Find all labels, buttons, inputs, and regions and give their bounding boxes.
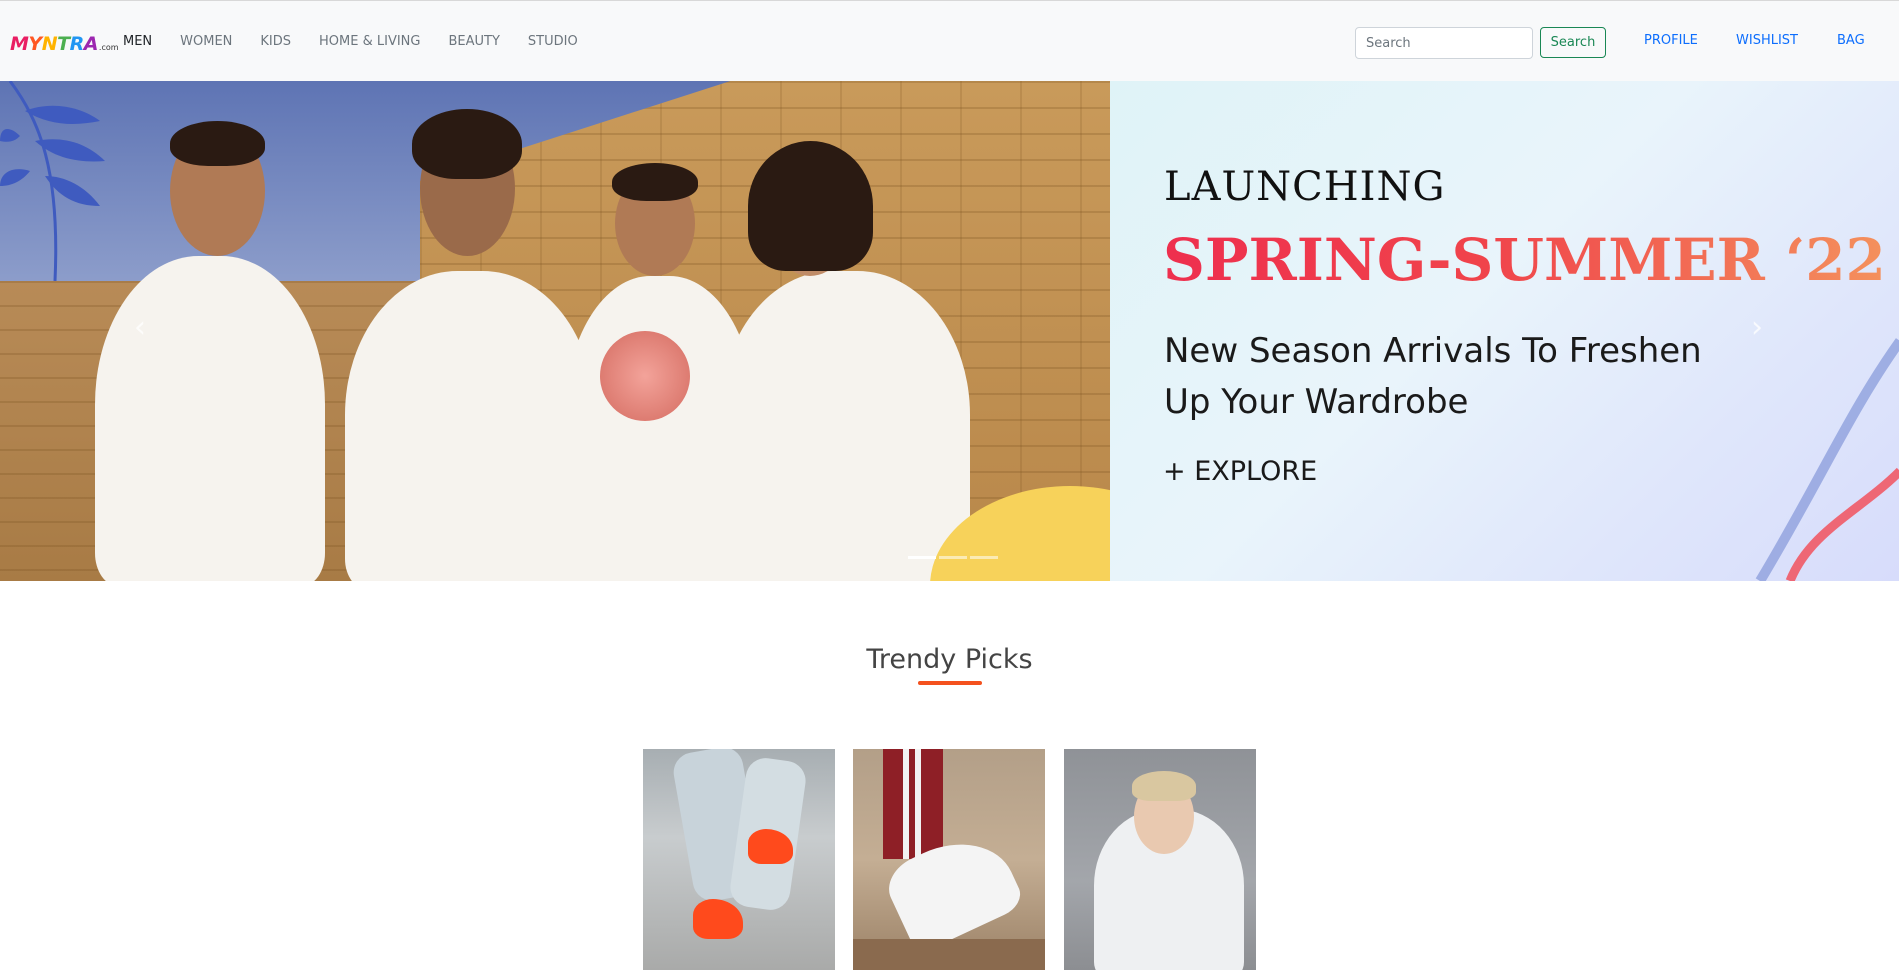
wishlist-link[interactable]: WISHLIST bbox=[1736, 33, 1798, 48]
model-figure bbox=[95, 256, 325, 581]
model-figure bbox=[345, 271, 595, 581]
bag-link[interactable]: BAG bbox=[1837, 33, 1865, 48]
pant-stripe bbox=[903, 749, 909, 859]
hero-subtitle: New Season Arrivals To Freshen Up Your W… bbox=[1164, 331, 1702, 422]
model-hair bbox=[612, 163, 698, 201]
model-figure bbox=[720, 271, 970, 581]
flower-print bbox=[600, 331, 690, 421]
ribbon-decoration-icon bbox=[1755, 338, 1899, 581]
carousel-next-icon[interactable]: › bbox=[1742, 308, 1772, 348]
carousel-prev-icon[interactable]: ‹ bbox=[125, 308, 155, 348]
model-hair bbox=[1132, 771, 1196, 801]
carousel-indicator[interactable] bbox=[939, 556, 967, 559]
hero-launch-text: LAUNCHING bbox=[1164, 164, 1446, 210]
account-links: PROFILE WISHLIST BAG bbox=[0, 33, 1899, 53]
carousel-indicator[interactable] bbox=[908, 556, 936, 559]
model-hair bbox=[412, 109, 522, 179]
hero-banner-photo bbox=[0, 81, 1110, 581]
pant-stripe bbox=[915, 749, 921, 859]
hero-title: SPRING-SUMMER ‘22 bbox=[1163, 226, 1886, 294]
explore-link[interactable]: + EXPLORE bbox=[1163, 456, 1317, 487]
track-pants bbox=[883, 749, 943, 859]
carousel-indicator[interactable] bbox=[970, 556, 998, 559]
orange-sneaker-icon bbox=[693, 899, 743, 939]
profile-link[interactable]: PROFILE bbox=[1644, 33, 1698, 48]
section-title: Trendy Picks bbox=[866, 644, 1033, 675]
model-hair bbox=[170, 121, 265, 166]
carousel-indicators bbox=[908, 556, 1001, 559]
top-navbar: MYNTRA .com MEN WOMEN KIDS HOME & LIVING… bbox=[0, 0, 1899, 81]
trendy-card-orange-sneakers[interactable] bbox=[643, 749, 835, 970]
trendy-card-white-hoodie[interactable] bbox=[1064, 749, 1256, 970]
model-hair bbox=[748, 141, 873, 271]
trendy-card-striped-sneaker[interactable] bbox=[853, 749, 1045, 970]
leaf-decoration-icon bbox=[0, 81, 105, 281]
wood-floor bbox=[853, 939, 1045, 970]
title-underline bbox=[918, 681, 982, 685]
